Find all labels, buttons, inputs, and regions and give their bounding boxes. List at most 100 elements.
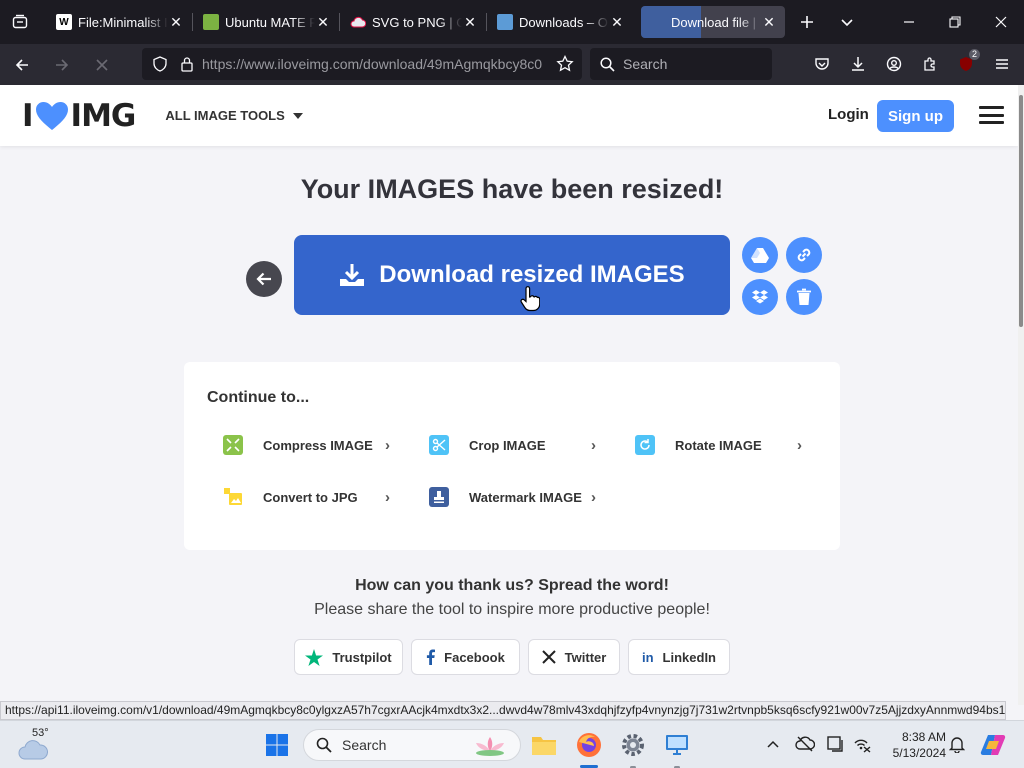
bookmark-star-icon[interactable] bbox=[556, 55, 574, 73]
extension-badge: 2 bbox=[968, 49, 980, 60]
close-tab-icon[interactable]: ✕ bbox=[168, 14, 184, 31]
caret-down-icon bbox=[292, 112, 303, 119]
copy-download-link-button[interactable] bbox=[786, 237, 822, 273]
tab-list-button[interactable] bbox=[0, 0, 40, 44]
show-hidden-icons-button[interactable] bbox=[762, 733, 784, 755]
chevron-up-icon bbox=[767, 740, 779, 748]
minimize-icon bbox=[904, 21, 914, 23]
delete-files-button[interactable] bbox=[786, 279, 822, 315]
download-icon bbox=[852, 57, 864, 71]
account-button[interactable] bbox=[876, 48, 912, 80]
extensions-button[interactable] bbox=[912, 48, 948, 80]
all-image-tools-label: ALL IMAGE TOOLS bbox=[165, 108, 285, 123]
hand-cursor-icon bbox=[520, 286, 540, 312]
notifications-button[interactable] bbox=[946, 733, 968, 755]
tab-download-file[interactable]: Download file | i ✕ bbox=[641, 6, 785, 38]
site-header: I IMG ALL IMAGE TOOLS Login Sign up bbox=[0, 85, 1018, 146]
stop-button[interactable] bbox=[84, 49, 120, 81]
tab-downloads[interactable]: Downloads – Or ✕ bbox=[489, 6, 633, 38]
toolbar-icons: 2 bbox=[804, 48, 1020, 80]
cloud-icon bbox=[350, 14, 366, 30]
linkedin-button[interactable]: in LinkedIn bbox=[628, 639, 730, 675]
display-settings-button[interactable] bbox=[825, 733, 847, 755]
tab-title: File:Minimalist I bbox=[78, 14, 168, 30]
dropbox-icon bbox=[752, 290, 768, 304]
facebook-button[interactable]: Facebook bbox=[411, 639, 520, 675]
tab-ubuntu[interactable]: Ubuntu MATE R ✕ bbox=[195, 6, 339, 38]
compress-icon bbox=[223, 435, 243, 455]
continue-crop-image[interactable]: Crop IMAGE › bbox=[429, 434, 601, 456]
share-label: Twitter bbox=[564, 649, 607, 665]
remote-desktop-button[interactable] bbox=[661, 729, 693, 761]
weather-widget[interactable]: 53° bbox=[18, 727, 58, 763]
close-window-button[interactable] bbox=[978, 0, 1024, 44]
tab-title: Ubuntu MATE R bbox=[225, 14, 315, 30]
restore-button[interactable] bbox=[932, 0, 978, 44]
list-all-tabs-button[interactable] bbox=[827, 2, 867, 42]
scrollbar-thumb[interactable] bbox=[1019, 95, 1023, 327]
hamburger-menu-icon bbox=[996, 59, 1008, 69]
continue-rotate-image[interactable]: Rotate IMAGE › bbox=[635, 434, 807, 456]
close-tab-icon[interactable]: ✕ bbox=[462, 14, 478, 31]
chevron-right-icon: › bbox=[797, 436, 802, 454]
facebook-icon bbox=[426, 649, 436, 665]
windows-logo-icon bbox=[266, 734, 288, 756]
start-button[interactable] bbox=[261, 729, 293, 761]
url-text[interactable]: https://www.iloveimg.com/download/49mAgm… bbox=[202, 56, 542, 72]
ublock-button[interactable]: 2 bbox=[948, 48, 984, 80]
x-logo-icon bbox=[541, 650, 556, 664]
logo-text-img: IMG bbox=[70, 97, 137, 134]
continue-compress-image[interactable]: Compress IMAGE › bbox=[223, 434, 395, 456]
continue-to-card: Continue to... Compress IMAGE › Crop IMA… bbox=[184, 362, 840, 550]
site-menu-button[interactable] bbox=[979, 106, 1004, 124]
lotus-highlight-icon bbox=[476, 737, 504, 756]
save-to-dropbox-button[interactable] bbox=[742, 279, 778, 315]
new-tab-button[interactable] bbox=[787, 2, 827, 42]
window-controls bbox=[886, 0, 1024, 44]
iloveimg-logo[interactable]: I IMG bbox=[22, 97, 137, 134]
result-heading: Your IMAGES have been resized! bbox=[300, 174, 724, 204]
trustpilot-button[interactable]: Trustpilot bbox=[294, 639, 403, 675]
google-drive-icon bbox=[751, 248, 769, 263]
menu-bar bbox=[979, 113, 1004, 117]
lock-icon[interactable] bbox=[180, 56, 194, 72]
search-bar[interactable]: Search bbox=[590, 48, 772, 80]
download-resized-images-button[interactable]: Download resized IMAGES bbox=[294, 235, 730, 315]
app-menu-button[interactable] bbox=[984, 48, 1020, 80]
taskbar-search-label: Search bbox=[342, 737, 387, 753]
plus-icon bbox=[801, 16, 813, 28]
tracking-shield-icon[interactable] bbox=[152, 56, 168, 72]
back-button[interactable] bbox=[4, 49, 40, 81]
all-image-tools-menu[interactable]: ALL IMAGE TOOLS bbox=[165, 108, 303, 123]
downloads-button[interactable] bbox=[840, 48, 876, 80]
login-link[interactable]: Login bbox=[828, 106, 869, 123]
save-to-google-drive-button[interactable] bbox=[742, 237, 778, 273]
loading-icon bbox=[649, 14, 665, 30]
tab-svg-to-png[interactable]: SVG to PNG | Cl ✕ bbox=[342, 6, 486, 38]
network-button[interactable] bbox=[851, 733, 873, 755]
close-tab-icon[interactable]: ✕ bbox=[609, 14, 625, 31]
continue-watermark-image[interactable]: Watermark IMAGE › bbox=[429, 486, 601, 508]
taskbar-search[interactable]: Search bbox=[303, 729, 521, 761]
stop-icon bbox=[96, 58, 108, 71]
forward-button[interactable] bbox=[44, 49, 80, 81]
photo-icon bbox=[497, 14, 513, 30]
settings-button[interactable] bbox=[617, 729, 649, 761]
continue-convert-to-jpg[interactable]: Convert to JPG › bbox=[223, 486, 395, 508]
clock-date: 5/13/2024 bbox=[892, 746, 946, 760]
signup-button[interactable]: Sign up bbox=[877, 100, 954, 132]
close-tab-icon[interactable]: ✕ bbox=[315, 14, 331, 31]
taskbar-clock[interactable]: 8:38 AM 5/13/2024 bbox=[880, 729, 946, 761]
minimize-button[interactable] bbox=[886, 0, 932, 44]
back-to-tool-button[interactable] bbox=[246, 261, 282, 297]
file-explorer-button[interactable] bbox=[528, 729, 560, 761]
close-tab-icon[interactable]: ✕ bbox=[761, 14, 777, 31]
firefox-button[interactable] bbox=[573, 729, 605, 761]
onedrive-status-button[interactable] bbox=[794, 733, 816, 755]
copilot-button[interactable] bbox=[977, 729, 1009, 761]
pocket-button[interactable] bbox=[804, 48, 840, 80]
chevron-right-icon: › bbox=[385, 436, 390, 454]
url-bar[interactable]: https://www.iloveimg.com/download/49mAgm… bbox=[142, 48, 582, 80]
tab-wikimedia[interactable]: W File:Minimalist I ✕ bbox=[48, 6, 192, 38]
twitter-button[interactable]: Twitter bbox=[528, 639, 620, 675]
